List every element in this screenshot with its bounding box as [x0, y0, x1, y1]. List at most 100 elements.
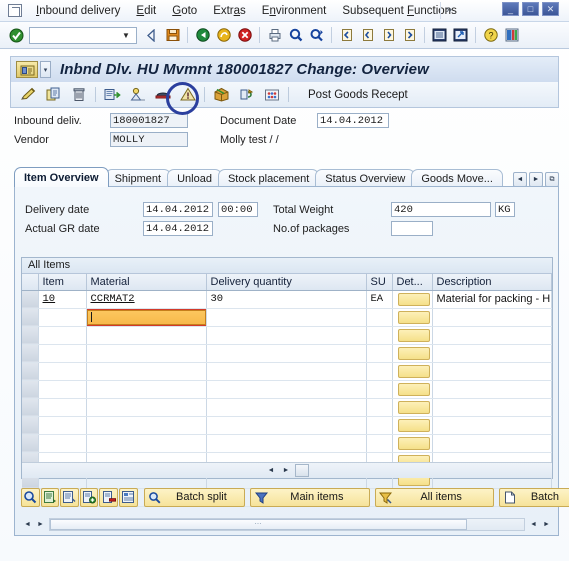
goods-issue-icon[interactable]	[102, 85, 123, 105]
detail-button[interactable]	[397, 292, 430, 306]
display-change-icon[interactable]	[18, 85, 39, 105]
panel-horizontal-scrollbar[interactable]: ◄ ► ⋯ ◄ ►	[21, 517, 553, 531]
cell-material[interactable]	[86, 380, 207, 399]
cell-item[interactable]	[38, 416, 87, 435]
table-row[interactable]	[22, 398, 552, 417]
cell-delivery-quantity[interactable]	[206, 434, 367, 453]
enter-check-icon[interactable]	[7, 26, 26, 45]
cell-item[interactable]	[38, 326, 87, 345]
cell-det[interactable]	[392, 290, 433, 309]
tab-prev-button[interactable]: ◄	[513, 172, 527, 187]
row-selector[interactable]	[22, 434, 39, 453]
cell-det[interactable]	[392, 326, 433, 345]
table-row[interactable]	[22, 344, 552, 363]
table-row[interactable]	[22, 416, 552, 435]
cell-su[interactable]	[366, 380, 393, 399]
scroll-left-end-button[interactable]: ◄	[527, 518, 540, 531]
create-shortcut-icon[interactable]	[451, 26, 470, 45]
cell-det[interactable]	[392, 434, 433, 453]
cell-description[interactable]	[432, 380, 552, 399]
cell-description[interactable]	[432, 416, 552, 435]
delete-icon[interactable]	[68, 85, 89, 105]
customize-local-layout-icon[interactable]	[502, 26, 521, 45]
cell-item[interactable]	[38, 398, 87, 417]
cell-description[interactable]	[432, 434, 552, 453]
cell-su[interactable]	[366, 326, 393, 345]
inbound-delivery-value[interactable]: 180001827	[110, 113, 188, 128]
cell-material[interactable]: CCRMAT2	[86, 290, 207, 309]
cell-det[interactable]	[392, 344, 433, 363]
cell-item[interactable]	[38, 308, 87, 327]
cell-description[interactable]: Material for packing - HU test 1	[432, 290, 552, 309]
cell-delivery-quantity[interactable]	[206, 308, 367, 327]
cell-su[interactable]	[366, 308, 393, 327]
detail-button[interactable]	[397, 364, 430, 378]
cell-description[interactable]	[432, 398, 552, 417]
scroll-right-end-button[interactable]: ►	[540, 518, 553, 531]
command-field[interactable]: ▼	[29, 26, 137, 44]
weight-unit-value[interactable]: KG	[495, 202, 515, 217]
command-input[interactable]	[30, 28, 118, 42]
print-delivery-icon[interactable]	[152, 85, 173, 105]
cell-det[interactable]	[392, 308, 433, 327]
cell-delivery-quantity[interactable]	[206, 326, 367, 345]
value-help-icon[interactable]: ◫	[206, 309, 207, 324]
cell-description[interactable]	[432, 362, 552, 381]
copy-delivery-icon[interactable]	[43, 85, 64, 105]
column-header-description[interactable]: Description	[432, 274, 552, 291]
delete-item-icon[interactable]	[99, 487, 118, 507]
cell-su[interactable]	[366, 362, 393, 381]
find-next-icon[interactable]	[307, 26, 326, 45]
menu-item-extras[interactable]: Extras	[205, 3, 254, 19]
system-menu-icon[interactable]	[8, 4, 22, 17]
cell-delivery-quantity[interactable]	[206, 416, 367, 435]
column-header-delivery-quantity[interactable]: Delivery quantity	[206, 274, 367, 291]
tab-shipment[interactable]: Shipment	[104, 169, 172, 187]
warning-delivery-icon[interactable]	[177, 85, 198, 105]
scrollbar-thumb[interactable]: ⋯	[50, 518, 468, 530]
row-selector[interactable]	[22, 290, 39, 309]
cell-material-focused[interactable]: ◫	[86, 308, 207, 327]
hu-detail-icon[interactable]	[261, 85, 282, 105]
cell-material[interactable]	[86, 344, 207, 363]
items-scroll-thumb[interactable]	[295, 464, 309, 477]
next-page-icon[interactable]	[379, 26, 398, 45]
cell-delivery-quantity[interactable]	[206, 380, 367, 399]
tab-item-overview[interactable]: Item Overview	[14, 167, 109, 187]
display-item-icon[interactable]	[60, 487, 79, 507]
delivery-date-value[interactable]: 14.04.2012	[143, 202, 213, 217]
item-number-link[interactable]: 10	[43, 293, 56, 305]
item-details-icon[interactable]	[21, 487, 40, 507]
handling-unit-icon[interactable]	[236, 85, 257, 105]
back-arrow-icon[interactable]	[142, 26, 161, 45]
row-selector[interactable]	[22, 398, 39, 417]
cell-material[interactable]	[86, 362, 207, 381]
row-selector[interactable]	[22, 380, 39, 399]
column-header-item[interactable]: Item	[38, 274, 87, 291]
last-page-icon[interactable]	[400, 26, 419, 45]
table-row[interactable]	[22, 380, 552, 399]
table-row[interactable]: ◫	[22, 308, 552, 327]
help-icon[interactable]: ?	[481, 26, 500, 45]
tab-stock-placement[interactable]: Stock placement	[217, 169, 320, 187]
menu-item-environment[interactable]: Environment	[254, 3, 335, 19]
exit-green-icon[interactable]	[193, 26, 212, 45]
batch-button[interactable]: Batch	[498, 487, 569, 507]
item-list-icon[interactable]	[118, 487, 138, 507]
table-row[interactable]	[22, 326, 552, 345]
cell-material[interactable]	[86, 434, 207, 453]
cell-det[interactable]	[392, 416, 433, 435]
packing-icon[interactable]	[211, 85, 232, 105]
cell-material[interactable]	[86, 326, 207, 345]
tab-list-button[interactable]: ⧉	[545, 172, 559, 187]
material-input[interactable]	[86, 308, 205, 325]
document-date-value[interactable]: 14.04.2012	[317, 113, 389, 128]
detail-button[interactable]	[397, 436, 430, 450]
cell-item[interactable]	[38, 380, 87, 399]
previous-page-icon[interactable]	[358, 26, 377, 45]
person-picking-icon[interactable]	[127, 85, 148, 105]
material-link[interactable]: CCRMAT2	[91, 293, 135, 305]
cell-det[interactable]	[392, 362, 433, 381]
minimize-button[interactable]: _	[502, 2, 519, 16]
cancel-yellow-icon[interactable]	[214, 26, 233, 45]
